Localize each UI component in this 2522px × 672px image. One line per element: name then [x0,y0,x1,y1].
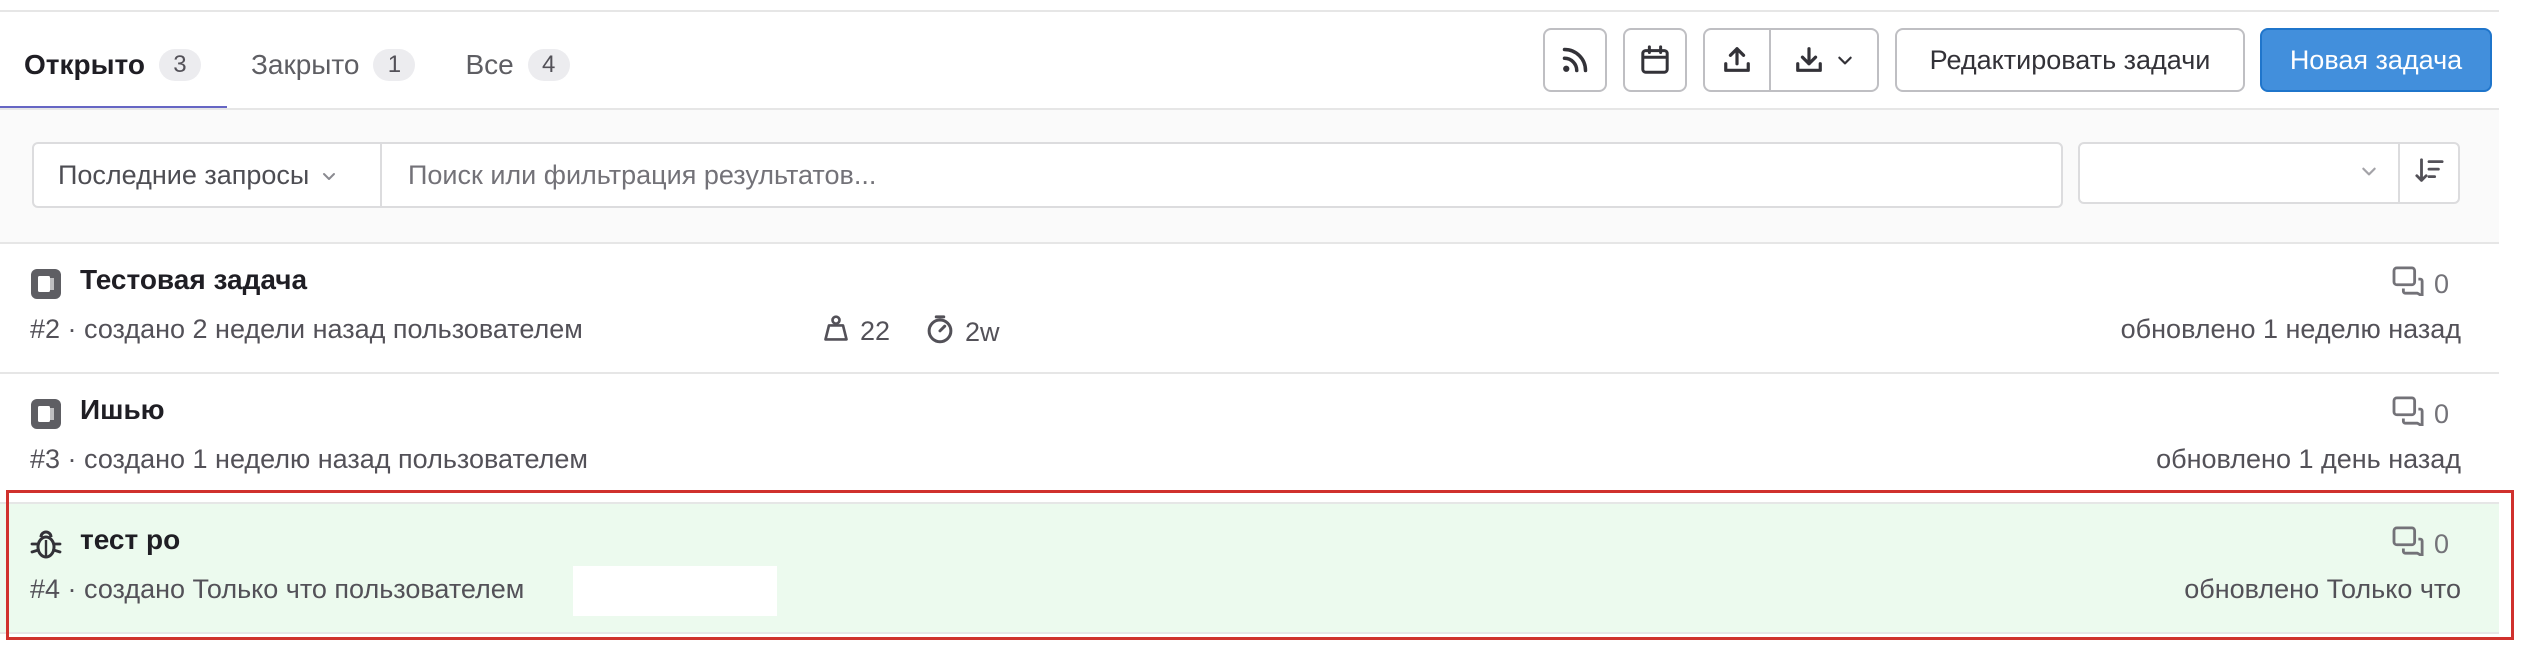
tab-all-label: Все [465,49,514,80]
search-input[interactable]: Поиск или фильтрация результатов... [380,142,2063,208]
calendar-icon [1640,45,1670,75]
issue-weight: 22 [822,314,890,349]
chevron-down-icon [321,160,337,191]
issue-comments[interactable]: 0 [2392,396,2449,433]
list-item: Тестовая задача #2 · создано 2 недели на… [0,244,2499,374]
rss-button[interactable] [1543,28,1607,92]
timer-icon [925,314,965,351]
comments-count: 0 [2433,529,2449,559]
issue-time-estimate: 2w [925,314,1000,351]
search-placeholder: Поиск или фильтрация результатов... [408,159,877,190]
issue-type-icon [30,268,62,300]
comments-count: 0 [2433,399,2449,429]
new-issue-button[interactable]: Новая задача [2260,28,2492,92]
rss-icon [1561,46,1589,74]
comments-icon [2392,396,2434,433]
issue-title-link[interactable]: тест ро [80,524,180,556]
tab-all-count: 4 [527,49,570,81]
issue-updated: обновлено Только что [2184,574,2461,604]
issue-meta: #3 · создано 1 неделю назад пользователе… [30,444,588,474]
export-button[interactable] [1705,30,1769,90]
chevron-down-icon [1836,51,1854,69]
issue-updated: обновлено 1 день назад [2156,444,2461,474]
issue-meta: #2 · создано 2 недели назад пользователе… [30,314,583,344]
sort-direction-button[interactable] [2398,142,2460,204]
issue-title-link[interactable]: Тестовая задача [80,264,307,296]
tab-closed-label: Закрыто [250,49,360,80]
download-icon [1794,45,1824,75]
tab-closed[interactable]: Закрыто 1 [227,20,442,110]
tab-open-label: Открыто [24,49,145,80]
list-item-highlighted: тест ро #4 · создано Только что пользова… [0,504,2499,634]
top-divider [0,10,2499,12]
tab-all[interactable]: Все 4 [441,20,595,110]
bug-icon [30,528,62,560]
issue-state-tabs: Открыто 3 Закрыто 1 Все 4 [0,20,596,110]
tab-open[interactable]: Открыто 3 [0,20,227,110]
recent-searches-dropdown[interactable]: Последние запросы [32,142,382,208]
issue-comments[interactable]: 0 [2392,266,2449,303]
comments-icon [2392,526,2434,563]
issue-meta: #4 · создано Только что пользователем [30,574,525,604]
comments-count: 0 [2433,269,2449,299]
filter-bar: Последние запросы Поиск или фильтрация р… [0,110,2499,244]
export-import-button-group [1703,28,1879,92]
chevron-down-icon [2360,162,2378,185]
weight-icon [822,314,860,349]
redacted-author [573,566,777,616]
list-item: Ишью #3 · создано 1 неделю назад пользов… [0,374,2499,504]
issue-updated: обновлено 1 неделю назад [2120,314,2461,344]
edit-issues-button[interactable]: Редактировать задачи [1895,28,2245,92]
upload-icon [1722,45,1752,75]
issue-weight-value: 22 [860,316,891,346]
issue-title-link[interactable]: Ишью [80,394,165,426]
tab-open-count: 3 [158,49,201,81]
calendar-button[interactable] [1623,28,1687,92]
issues-page: Открыто 3 Закрыто 1 Все 4 Редактировать … [0,0,2522,672]
issue-time-estimate-value: 2w [965,317,1000,347]
recent-searches-label: Последние запросы [58,159,310,190]
comments-icon [2392,266,2434,303]
sort-select[interactable] [2078,142,2400,204]
import-dropdown-button[interactable] [1771,30,1877,90]
issue-comments[interactable]: 0 [2392,526,2449,563]
issue-type-icon [30,398,62,430]
sort-lowest-icon [2414,156,2444,191]
tab-closed-count: 1 [373,49,416,81]
